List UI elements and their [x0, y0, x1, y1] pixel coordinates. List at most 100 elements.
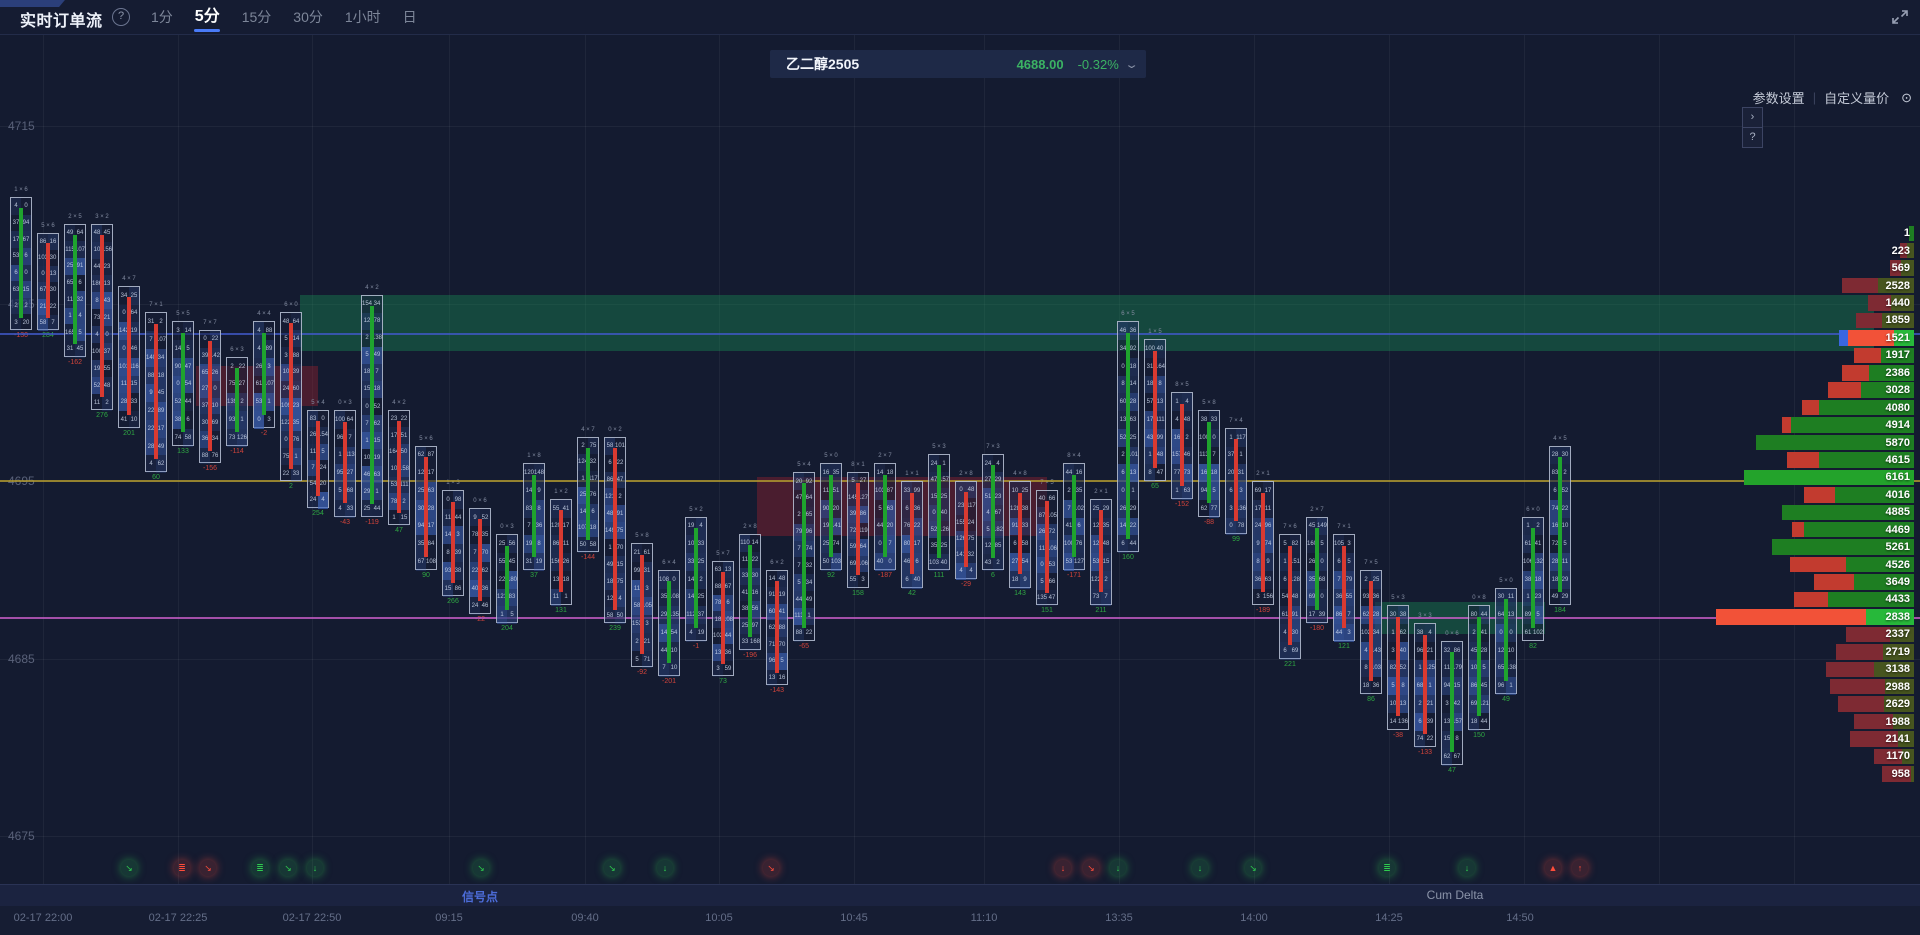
footprint-candle[interactable]: 144891196041628871709651316 [766, 570, 788, 685]
footprint-candle[interactable]: 804424145281058645691211844 [1468, 605, 1490, 729]
footprint-candle[interactable]: 527145127398672119596469106553 [847, 472, 869, 587]
footprint-candle[interactable]: 384962111256812216397422 [1414, 623, 1436, 747]
footprint-candle[interactable]: 38331000113716189456277 [1198, 410, 1220, 517]
footprint-candle[interactable]: 62871217256330289417358467108 [415, 446, 437, 570]
footprint-candle[interactable]: 6313886778618108102441336359 [712, 561, 734, 676]
help-panel-button[interactable]: ? [1742, 127, 1763, 148]
signal-buy-icon[interactable]: ≣ [252, 860, 268, 876]
signal-sell-icon[interactable]: ↘ [763, 860, 779, 876]
signal-panel-label[interactable]: 信号点 [462, 888, 498, 905]
footprint-candle[interactable]: 5541120178611156261318111 [550, 499, 572, 606]
footprint-candle[interactable]: 14448162157467773163 [1171, 392, 1193, 499]
footprint-candle[interactable]: 4884892636110753103 [253, 321, 275, 428]
tab-interval-30分[interactable]: 30分 [282, 0, 334, 34]
param-settings-button[interactable]: 参数设置 [1745, 88, 1813, 107]
signal-buy-icon[interactable]: ↘ [121, 860, 137, 876]
help-icon[interactable]: ? [112, 8, 130, 26]
tab-interval-1分[interactable]: 1分 [140, 0, 184, 34]
footprint-candle[interactable]: 1201481498387361983119 [523, 463, 545, 570]
footprint-candle[interactable]: 2227527139293173126 [226, 357, 248, 446]
footprint-candle[interactable]: 16351151902019141257450103 [820, 463, 842, 570]
footprint-candle[interactable]: 441623571024161007653127 [1063, 463, 1085, 570]
signal-sell-icon[interactable]: ↑ [1572, 860, 1588, 876]
footprint-candle[interactable]: 1080351082913514544410710 [658, 570, 680, 677]
footprint-candle[interactable]: 25291235124853151222737 [1090, 499, 1112, 606]
signal-buy-icon[interactable]: ↘ [604, 860, 620, 876]
footprint-candle[interactable]: 2751243211172576146107185058 [577, 437, 599, 552]
footprint-candle[interactable]: 25565545221801218315 [496, 534, 518, 623]
cum-delta-panel-label[interactable]: Cum Delta [1427, 888, 1484, 902]
signal-sell-icon[interactable]: ↓ [1055, 860, 1071, 876]
footprint-candle[interactable]: 5810162286471212489114975170491518751245… [604, 437, 626, 623]
footprint-candle[interactable]: 10040311641885713171114399148847 [1144, 339, 1166, 481]
signal-buy-icon[interactable]: ↘ [280, 860, 296, 876]
signal-buy-icon[interactable]: ↘ [1245, 860, 1261, 876]
volume-profile-row: 1 [1909, 226, 1914, 242]
signal-sell-icon[interactable]: ↘ [1083, 860, 1099, 876]
footprint-candle[interactable]: 5821151612854486191430669 [1279, 534, 1301, 658]
footprint-candle[interactable]: 126141106132381812389561102 [1522, 517, 1544, 641]
footprint-candle[interactable]: 2259336622810234414381031836 [1360, 570, 1382, 694]
signal-sell-icon[interactable]: ≣ [174, 860, 190, 876]
custom-volume-price-button[interactable]: 自定义量价 [1816, 88, 1897, 107]
footprint-candle[interactable]: 6917171124969748936633156 [1252, 481, 1274, 605]
footprint-candle[interactable]: 141810387563442007400 [874, 463, 896, 570]
footprint-candle[interactable]: 21619931113581051533221571 [631, 543, 653, 667]
footprint-candle[interactable]: 283083265274221610725281118294929 [1549, 446, 1571, 606]
tab-interval-15分[interactable]: 15分 [231, 0, 283, 34]
footprint-candle[interactable]: 4845101564423186138437321401003719555248… [91, 224, 113, 410]
orderflow-chart-canvas[interactable]: 4715470546954685467540379417675366063152… [0, 0, 1920, 935]
footprint-candle[interactable]: 110141122333041163856259733168 [739, 534, 761, 649]
fullscreen-toggle-icon[interactable] [1890, 7, 1910, 27]
chevron-down-icon[interactable]: ⌄ [1124, 58, 1139, 71]
tab-interval-1小时[interactable]: 1小时 [334, 0, 392, 34]
footprint-candle[interactable]: 40668710526721110605356613547 [1036, 490, 1058, 605]
footprint-candle[interactable]: 209247642657996774732534444911318822 [793, 472, 815, 641]
footprint-candle[interactable]: 11173712031633136078 [1225, 428, 1247, 535]
footprint-candle[interactable]: 403794176753660631522320 [10, 197, 32, 330]
footprint-candle[interactable]: 4636349201881460281363522521016130126291… [1117, 321, 1139, 552]
sell-volume-bar [1856, 313, 1882, 329]
footprint-candle[interactable]: 10251283891336582754189 [1009, 481, 1031, 588]
footprint-candle[interactable]: 830261541157245420244 [307, 410, 329, 508]
collapse-panel-button[interactable]: › [1742, 107, 1763, 128]
footprint-candle[interactable]: 23221751164501015853111782115 [388, 410, 410, 525]
signal-buy-icon[interactable]: ↓ [1110, 860, 1126, 876]
signal-buy-icon[interactable]: ↘ [473, 860, 489, 876]
delta-bar-up [802, 483, 806, 628]
footprint-candle[interactable]: 45149160526035686901739 [1306, 517, 1328, 624]
signal-sell-icon[interactable]: ↘ [200, 860, 216, 876]
contract-selector[interactable]: 乙二醇2505 4688.00 -0.32% ⌄ [770, 50, 1146, 78]
signal-buy-icon[interactable]: ≣ [1379, 860, 1395, 876]
footprint-candle[interactable]: 0482311715524126751413244 [955, 481, 977, 579]
signal-buy-icon[interactable]: ↓ [1192, 860, 1208, 876]
footprint-candle[interactable]: 1543412782138549187151805276211510194663… [361, 295, 383, 517]
candle-delta-value: -143 [747, 687, 807, 694]
footprint-candle[interactable]: 098114414383993381586 [442, 490, 464, 597]
signal-buy-icon[interactable]: ↓ [307, 860, 323, 876]
footprint-candle[interactable]: 1006496711139527568433 [334, 410, 356, 517]
footprint-candle[interactable]: 3038162340825258101314136 [1387, 605, 1409, 729]
footprint-candle[interactable]: 4964115107259165611321416553145 [64, 224, 86, 357]
footprint-candle[interactable]: 24147157152504052126352510340 [928, 454, 950, 569]
footprint-candle[interactable]: 48645143881039246010923122350767512233 [280, 312, 302, 481]
footprint-candle[interactable]: 0223914265262703710306936348876 [199, 330, 221, 463]
footprint-candle[interactable]: 19410333325142142511237419 [685, 517, 707, 641]
footprint-candle[interactable]: 342506414219046101116111528334110 [118, 286, 140, 428]
footprint-candle[interactable]: 339963676228017466640 [901, 481, 923, 588]
footprint-candle[interactable]: 3011641300121065138961 [1495, 588, 1517, 695]
footprint-candle[interactable]: 9527835770226240362446 [469, 508, 491, 615]
visibility-icon[interactable]: ⊙ [1901, 90, 1912, 106]
footprint-candle[interactable]: 1053657793655867443 [1333, 534, 1355, 641]
tab-interval-日[interactable]: 日 [392, 0, 428, 34]
footprint-candle[interactable]: 2442729512346751821285432 [982, 454, 1004, 569]
footprint-candle[interactable]: 314145904705452443867458 [172, 321, 194, 445]
tab-interval-5分[interactable]: 5分 [184, 0, 231, 34]
footprint-candle[interactable]: 3127107140348818945228922172849462 [145, 312, 167, 472]
footprint-candle[interactable]: 86161033001367302122587 [37, 233, 59, 331]
footprint-candle[interactable]: 3286111799415342131571586267 [1441, 641, 1463, 765]
candle-delta-value: 204 [477, 625, 537, 632]
signal-sell-icon[interactable]: ▲ [1545, 860, 1561, 876]
signal-buy-icon[interactable]: ↓ [1459, 860, 1475, 876]
signal-buy-icon[interactable]: ↓ [657, 860, 673, 876]
